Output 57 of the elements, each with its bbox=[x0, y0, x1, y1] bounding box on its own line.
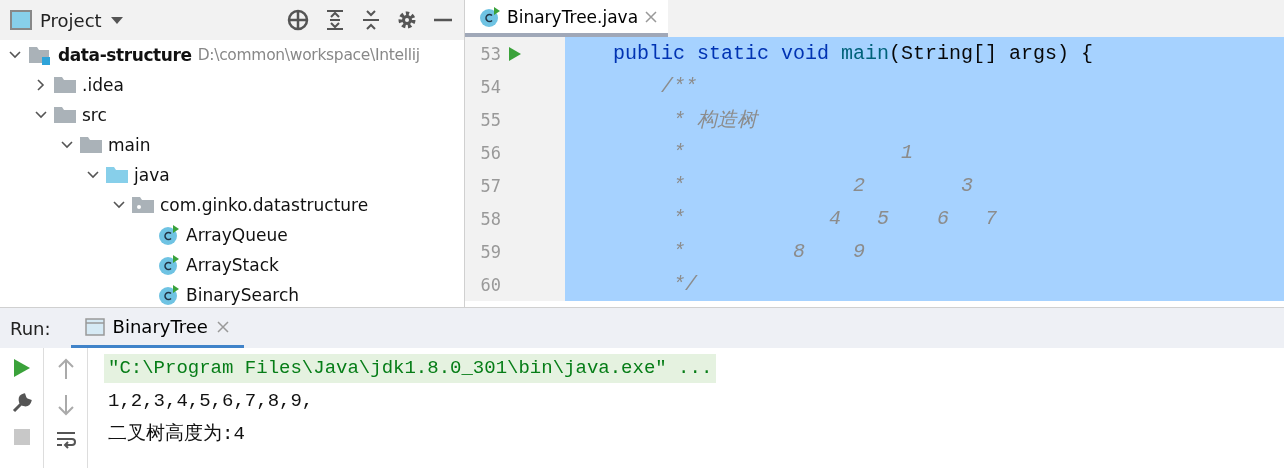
folder-icon bbox=[54, 76, 76, 94]
console-output: 二叉树高度为:4 bbox=[107, 422, 246, 447]
collapse-all-icon[interactable] bbox=[360, 9, 382, 31]
folder-icon bbox=[80, 136, 102, 154]
tree-item-label: BinarySearch bbox=[186, 285, 300, 305]
console-icon bbox=[84, 317, 105, 336]
close-icon[interactable] bbox=[644, 9, 659, 24]
class-icon bbox=[158, 254, 180, 276]
settings-icon[interactable] bbox=[396, 9, 418, 31]
line-number: 57 bbox=[479, 175, 501, 196]
tree-item-label: ArrayStack bbox=[186, 255, 279, 275]
line-number: 59 bbox=[479, 241, 501, 262]
tree-item[interactable]: src bbox=[0, 100, 464, 130]
line-number: 56 bbox=[479, 142, 501, 163]
soft-wrap-icon[interactable] bbox=[54, 430, 77, 450]
tree-item-label: ArrayQueue bbox=[186, 225, 288, 245]
panel-title[interactable]: Project bbox=[40, 9, 102, 31]
folder-icon bbox=[106, 166, 128, 184]
editor-tab[interactable]: BinaryTree.java bbox=[465, 0, 669, 37]
run-icon[interactable] bbox=[508, 45, 522, 62]
line-number: 58 bbox=[479, 208, 501, 229]
expand-all-icon[interactable] bbox=[324, 9, 346, 31]
run-tab[interactable]: BinaryTree bbox=[70, 308, 244, 348]
tree-item-label: java bbox=[134, 165, 170, 185]
line-number: 60 bbox=[479, 274, 501, 295]
class-icon bbox=[158, 224, 180, 246]
tab-label: BinaryTree bbox=[112, 316, 208, 337]
tree-item-label: main bbox=[108, 135, 151, 155]
panel-icon bbox=[10, 10, 32, 30]
tree-item[interactable]: ArrayStack bbox=[0, 250, 464, 280]
class-icon bbox=[158, 284, 180, 306]
tree-item[interactable]: main bbox=[0, 130, 464, 160]
tree-item[interactable]: com.ginko.datastructure bbox=[0, 190, 464, 220]
tree-item[interactable]: .idea bbox=[0, 70, 464, 100]
module-folder-icon bbox=[28, 44, 52, 66]
tree-item[interactable]: java bbox=[0, 160, 464, 190]
tree-item[interactable]: BinarySearch bbox=[0, 280, 464, 307]
tree-item-label: com.ginko.datastructure bbox=[160, 195, 369, 215]
line-number: 53 bbox=[479, 43, 501, 64]
class-icon bbox=[479, 5, 501, 28]
locate-icon[interactable] bbox=[286, 8, 310, 32]
folder-icon bbox=[54, 106, 76, 124]
run-label: Run: bbox=[10, 317, 51, 339]
tab-label: BinaryTree.java bbox=[507, 6, 639, 27]
console-output: 1,2,3,4,5,6,7,8,9, bbox=[107, 389, 315, 414]
tree-item-label: src bbox=[82, 105, 107, 125]
line-number: 54 bbox=[479, 76, 501, 97]
tree-item-label: .idea bbox=[82, 75, 124, 95]
tree-item[interactable]: ArrayQueue bbox=[0, 220, 464, 250]
line-number: 55 bbox=[479, 109, 501, 130]
run-icon[interactable] bbox=[12, 358, 31, 378]
caret-icon[interactable] bbox=[109, 15, 124, 25]
tree-item-label: data-structure bbox=[58, 45, 192, 65]
wrench-icon[interactable] bbox=[10, 392, 33, 414]
path-hint: D:\common\workspace\Intellij bbox=[197, 46, 420, 64]
package-icon bbox=[132, 196, 154, 214]
tree-item[interactable]: data-structure D:\common\workspace\Intellij bbox=[0, 40, 464, 70]
